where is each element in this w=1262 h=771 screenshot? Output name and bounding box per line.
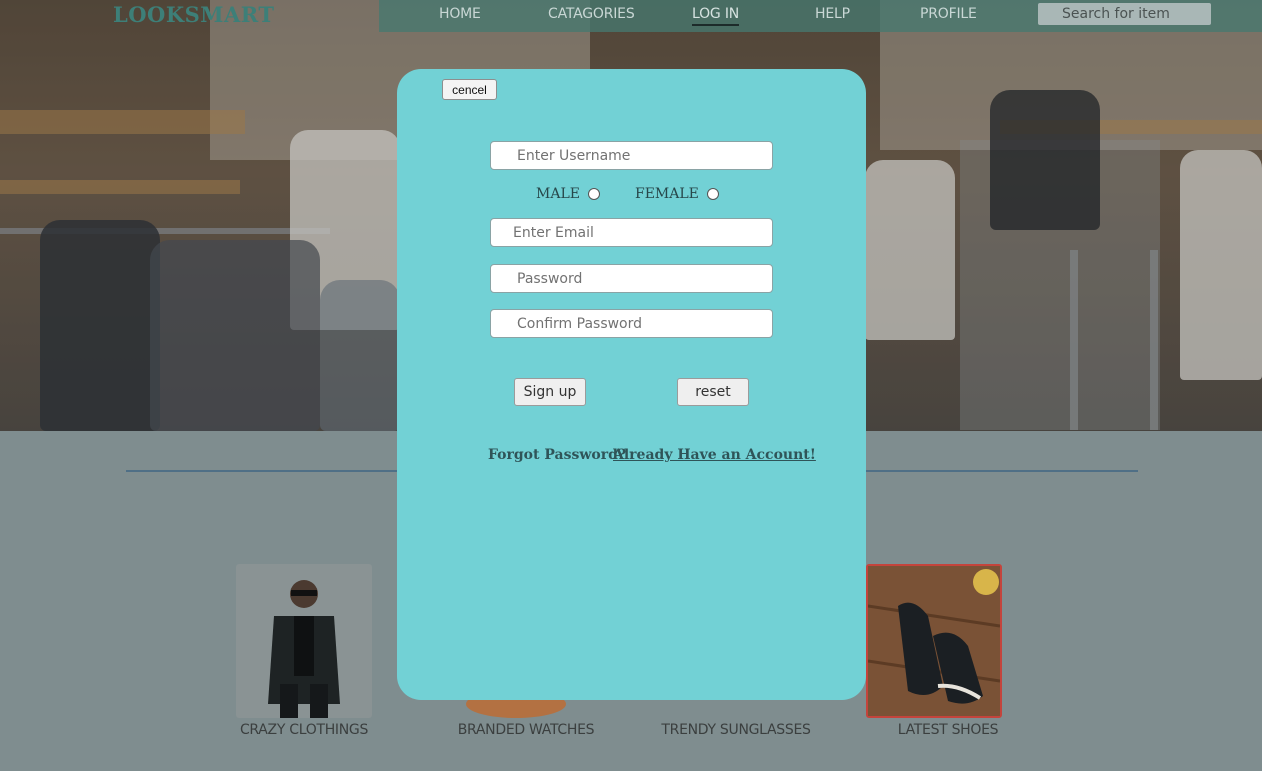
- forgot-password-text[interactable]: Forgot Password?: [488, 447, 626, 463]
- site-logo[interactable]: LOOKSMART: [113, 2, 275, 27]
- signup-button[interactable]: Sign up: [514, 378, 586, 406]
- reset-button[interactable]: reset: [677, 378, 749, 406]
- category-card-clothing[interactable]: CRAZY CLOTHINGS: [236, 564, 372, 738]
- female-radio[interactable]: [706, 188, 719, 200]
- cancel-button[interactable]: cencel: [442, 79, 497, 100]
- nav-help[interactable]: HELP: [815, 6, 850, 22]
- gender-female-option[interactable]: FEMALE: [635, 186, 719, 202]
- male-radio[interactable]: [587, 188, 600, 200]
- category-label-clothing: CRAZY CLOTHINGS: [239, 722, 369, 738]
- shoes-image: [866, 564, 1002, 718]
- clothing-image: [236, 564, 372, 718]
- male-label: MALE: [536, 186, 580, 202]
- username-field[interactable]: [490, 141, 773, 170]
- category-label-sunglasses: TRENDY SUNGLASSES: [661, 722, 811, 738]
- female-label: FEMALE: [635, 186, 699, 202]
- nav-categories[interactable]: CATAGORIES: [548, 6, 635, 22]
- confirm-password-field[interactable]: [490, 309, 773, 338]
- search-input[interactable]: [1038, 3, 1211, 25]
- already-have-account-link[interactable]: Already Have an Account!: [613, 447, 816, 463]
- category-label-watches: BRANDED WATCHES: [457, 722, 595, 738]
- nav-home[interactable]: HOME: [439, 6, 481, 22]
- nav-profile[interactable]: PROFILE: [920, 6, 977, 22]
- nav-login[interactable]: LOG IN: [692, 6, 739, 26]
- gender-male-option[interactable]: MALE: [536, 186, 600, 202]
- password-field[interactable]: [490, 264, 773, 293]
- category-label-shoes: LATEST SHOES: [897, 722, 999, 738]
- email-field[interactable]: [490, 218, 773, 247]
- category-card-shoes[interactable]: LATEST SHOES: [866, 564, 1002, 738]
- signup-modal: cencel MALE FEMALE Sign up reset Forgot …: [397, 69, 866, 700]
